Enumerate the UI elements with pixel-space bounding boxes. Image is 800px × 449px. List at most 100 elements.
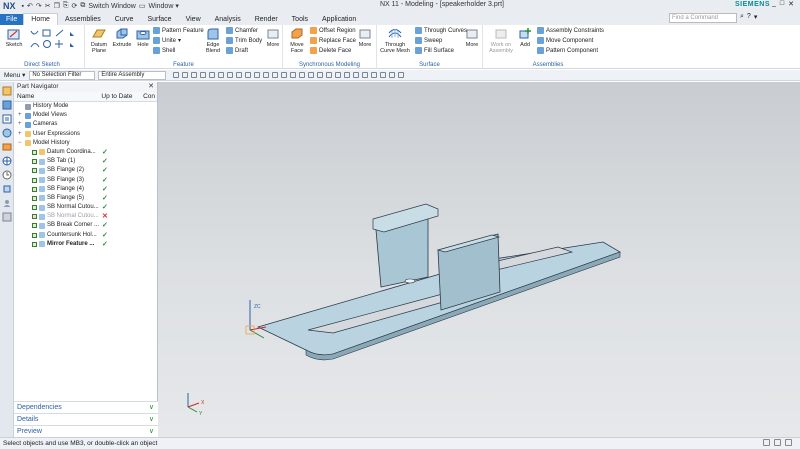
- move-face-button[interactable]: Move Face: [285, 27, 309, 54]
- countersunk-hole[interactable]: [404, 278, 416, 284]
- details-panel[interactable]: Details ∨: [14, 413, 158, 425]
- sweep-button[interactable]: Sweep: [415, 37, 442, 44]
- add-component-button[interactable]: Add: [515, 27, 535, 48]
- snap-point-icon[interactable]: [290, 72, 297, 78]
- snap-point-icon[interactable]: [326, 72, 333, 78]
- navigator-row[interactable]: − Model History: [14, 139, 157, 148]
- move-component-button[interactable]: Move Component: [537, 37, 593, 44]
- close-icon[interactable]: ✕: [148, 82, 154, 92]
- hole-button[interactable]: Hole: [131, 27, 155, 48]
- find-command-input[interactable]: Find a Command: [669, 13, 737, 23]
- part-navigator-icon[interactable]: [2, 114, 12, 124]
- column-up-to-date[interactable]: Up to Date: [98, 92, 140, 101]
- tab-view[interactable]: View: [179, 14, 208, 25]
- assembly-constraints-button[interactable]: Assembly Constraints: [537, 27, 604, 34]
- navigator-row[interactable]: SB Tab (1) ✓: [14, 157, 157, 166]
- tab-render[interactable]: Render: [248, 14, 285, 25]
- navigator-row[interactable]: Countersunk Hol... ✓: [14, 231, 157, 240]
- visibility-checkbox[interactable]: [32, 159, 37, 165]
- select-tool-icon[interactable]: [218, 72, 225, 78]
- visibility-checkbox[interactable]: [32, 186, 37, 192]
- snap-point-icon[interactable]: [353, 72, 360, 78]
- sketch-button[interactable]: Sketch: [2, 27, 26, 48]
- navigator-row[interactable]: SB Normal Cutou... ✓: [14, 203, 157, 212]
- replace-face-button[interactable]: Replace Face: [310, 37, 356, 44]
- ribbon-options-icon[interactable]: ▾: [754, 13, 758, 21]
- dependencies-panel[interactable]: Dependencies ∨: [14, 401, 158, 413]
- trim-body-button[interactable]: Trim Body: [226, 37, 262, 44]
- tab-analysis[interactable]: Analysis: [208, 14, 248, 25]
- reuse-library-icon[interactable]: [2, 128, 12, 138]
- web-browser-icon[interactable]: [2, 156, 12, 166]
- paste-icon[interactable]: ⎘: [63, 2, 69, 10]
- expand-icon[interactable]: −: [18, 139, 23, 148]
- visibility-checkbox[interactable]: [32, 195, 37, 201]
- snap-point-icon[interactable]: [299, 72, 306, 78]
- save-icon[interactable]: ▪: [22, 3, 24, 10]
- view-triad[interactable]: [187, 393, 200, 413]
- snap-point-icon[interactable]: [362, 72, 369, 78]
- navigator-row[interactable]: SB Normal Cutou... ✕: [14, 212, 157, 221]
- select-tool-icon[interactable]: [209, 72, 216, 78]
- navigator-row[interactable]: SB Flange (5) ✓: [14, 194, 157, 203]
- select-tool-icon[interactable]: [245, 72, 252, 78]
- navigator-row[interactable]: + User Expressions: [14, 130, 157, 139]
- navigator-row[interactable]: SB Flange (3) ✓: [14, 176, 157, 185]
- navigator-row[interactable]: SB Flange (4) ✓: [14, 185, 157, 194]
- visibility-checkbox[interactable]: [32, 205, 37, 211]
- draft-button[interactable]: Draft: [226, 47, 248, 54]
- tab-file[interactable]: File: [0, 14, 24, 25]
- snap-point-icon[interactable]: [308, 72, 315, 78]
- pattern-feature-button[interactable]: Pattern Feature: [153, 27, 204, 34]
- selection-filter-dropdown[interactable]: No Selection Filter: [29, 70, 96, 80]
- expand-icon[interactable]: +: [18, 130, 23, 139]
- switch-window-button[interactable]: Switch Window: [88, 3, 135, 10]
- system-materials-icon[interactable]: [2, 212, 12, 222]
- navigator-row[interactable]: SB Break Corner ... ✓: [14, 221, 157, 230]
- select-tool-icon[interactable]: [254, 72, 261, 78]
- redo-icon[interactable]: ↷: [36, 2, 42, 10]
- close-button[interactable]: ✕: [788, 0, 794, 8]
- copy-icon[interactable]: ❐: [54, 2, 60, 10]
- undo-icon[interactable]: ↶: [27, 2, 33, 10]
- tab-home[interactable]: Home: [23, 13, 58, 25]
- tab-tools[interactable]: Tools: [285, 14, 315, 25]
- navigator-row[interactable]: Datum Coordina... ✓: [14, 148, 157, 157]
- constraint-navigator-icon[interactable]: [2, 100, 12, 110]
- through-curves-button[interactable]: Through Curves: [415, 27, 467, 34]
- synchronous-more-button[interactable]: More: [355, 27, 375, 48]
- repeat-icon[interactable]: ⟳: [72, 2, 78, 10]
- menu-button[interactable]: Menu ▾: [0, 71, 29, 79]
- delete-face-button[interactable]: Delete Face: [310, 47, 351, 54]
- roles-icon[interactable]: [2, 198, 12, 208]
- visibility-checkbox[interactable]: [32, 177, 37, 183]
- expand-icon[interactable]: +: [18, 111, 23, 120]
- snap-point-icon[interactable]: [317, 72, 324, 78]
- graphics-window[interactable]: ZC X Y: [158, 82, 800, 437]
- screen-layout-icon[interactable]: [774, 439, 781, 446]
- pattern-component-button[interactable]: Pattern Component: [537, 47, 598, 54]
- assembly-navigator-icon[interactable]: [2, 86, 12, 96]
- expand-icon[interactable]: +: [18, 120, 23, 129]
- select-tool-icon[interactable]: [200, 72, 207, 78]
- select-tool-icon[interactable]: [191, 72, 198, 78]
- hd3d-tools-icon[interactable]: [2, 142, 12, 152]
- maximize-button[interactable]: □: [780, 0, 784, 8]
- visibility-checkbox[interactable]: [32, 223, 37, 229]
- visibility-checkbox[interactable]: [32, 149, 37, 155]
- process-studio-icon[interactable]: [2, 184, 12, 194]
- model-view[interactable]: ZC X Y: [158, 82, 800, 437]
- navigator-row[interactable]: + Model Views: [14, 111, 157, 120]
- navigator-row[interactable]: Mirror Feature ... ✓: [14, 240, 157, 249]
- snap-point-icon[interactable]: [263, 72, 270, 78]
- selection-scope-dropdown[interactable]: Entire Assembly: [98, 70, 167, 80]
- select-tool-icon[interactable]: [227, 72, 234, 78]
- column-con[interactable]: Con: [140, 92, 157, 101]
- fullscreen-icon[interactable]: [763, 439, 770, 446]
- history-palette-icon[interactable]: [2, 170, 12, 180]
- column-name[interactable]: Name: [14, 92, 98, 101]
- search-icon[interactable]: ⌕: [740, 13, 744, 21]
- datum-plane-button[interactable]: Datum Plane: [87, 27, 111, 54]
- offset-region-button[interactable]: Offset Region: [310, 27, 356, 34]
- window-menu[interactable]: Window ▾: [148, 2, 178, 10]
